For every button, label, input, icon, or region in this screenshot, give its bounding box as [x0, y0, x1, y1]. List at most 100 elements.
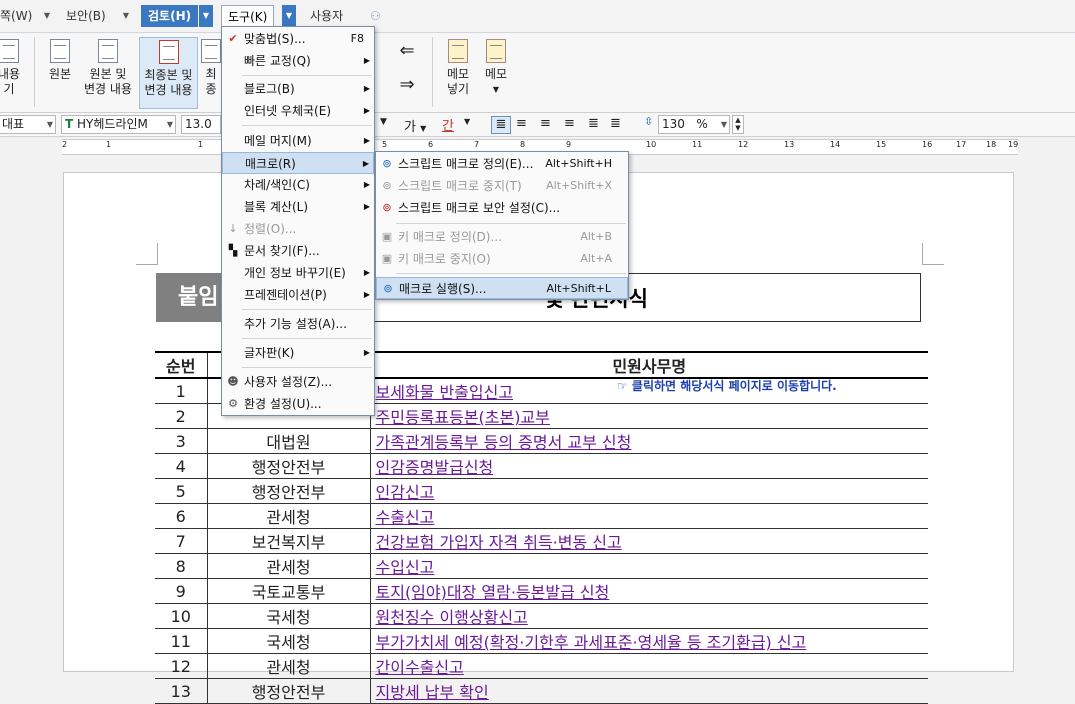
highlight-button[interactable]: 간: [442, 115, 454, 134]
tab-tools[interactable]: 도구(K): [221, 5, 275, 27]
form-link[interactable]: 수입신고: [370, 553, 928, 579]
chevron-down-icon[interactable]: ▼: [282, 5, 296, 27]
align-right-icon[interactable]: ≡: [564, 116, 575, 131]
form-link[interactable]: 간이수출신고: [370, 653, 928, 679]
chevron-right-icon: ▶: [363, 180, 370, 189]
form-link[interactable]: 토지(임야)대장 열람·등본발급 신청: [370, 578, 928, 604]
table-row: 8 관세청 수입신고: [155, 553, 928, 579]
menu-item-presentation[interactable]: 프레젠테이션(P) ▶: [222, 284, 374, 306]
font-select[interactable]: T HY헤드라인M ▼: [61, 115, 176, 134]
chevron-right-icon: ▶: [363, 348, 370, 357]
memo-icon: [448, 39, 468, 63]
final-changes-button[interactable]: 최종본 및 변경 내용: [139, 37, 198, 109]
menu-item-internet-post[interactable]: 인터넷 우체국(E) ▶: [222, 100, 374, 122]
table-row: 12 관세청 간이수출신고: [155, 653, 928, 679]
table-row: 6 관세청 수출신고: [155, 503, 928, 529]
chevron-down-icon[interactable]: ▼: [380, 117, 387, 127]
menu-item-user-settings[interactable]: ☻ 사용자 설정(Z)...: [222, 371, 374, 393]
memo-button[interactable]: 메모 ▼: [478, 37, 514, 97]
hint-text: ☞ 클릭하면 해당서식 페이지로 이동합니다.: [617, 379, 837, 393]
original-changes-button[interactable]: 원본 및 변경 내용: [80, 37, 136, 97]
menu-item-script-macro-security[interactable]: ⊚ 스크립트 매크로 보안 설정(C)...: [376, 197, 628, 219]
form-link[interactable]: 인감증명발급신청: [370, 453, 928, 479]
menu-item-key-macro-stop[interactable]: ▣ 키 매크로 중지(O) Alt+A: [376, 248, 628, 270]
chevron-down-icon[interactable]: ▼: [199, 5, 213, 27]
menu-item-toc-index[interactable]: 차례/색인(C) ▶: [222, 174, 374, 196]
distribute-icon[interactable]: ≣: [588, 116, 599, 131]
chevron-down-icon[interactable]: ▼: [119, 5, 133, 27]
table-row: 7 보건복지부 건강보험 가입자 자격 취득·변동 신고: [155, 528, 928, 554]
document-icon: [50, 39, 70, 63]
final-button[interactable]: 최종: [200, 37, 222, 97]
original-button[interactable]: 원본: [42, 37, 78, 82]
line-spacing-input[interactable]: 130 % ▼: [658, 115, 730, 134]
menu-item-block-calc[interactable]: 블록 계산(L) ▶: [222, 196, 374, 218]
menu-item-find-document[interactable]: ▚ 문서 찾기(F)...: [222, 240, 374, 262]
memo-icon: [486, 39, 506, 63]
align-justify-icon[interactable]: ≣: [491, 116, 511, 134]
tab-security[interactable]: 보안(B): [62, 5, 110, 27]
sort-icon: ↓: [228, 222, 238, 235]
lock-icon: ⊚: [382, 201, 392, 214]
menu-item-sort[interactable]: ↓ 정렬(O)...: [222, 218, 374, 240]
table-row: 10 국세청 원천징수 이행상황신고: [155, 603, 928, 629]
chevron-down-icon[interactable]: ▼: [464, 117, 470, 126]
prev-change-button[interactable]: ⇐: [394, 37, 420, 60]
arrow-right-icon: ⇒: [399, 74, 415, 95]
insert-memo-button[interactable]: 메모 넣기: [440, 37, 476, 97]
form-link[interactable]: 원천징수 이행상황신고: [370, 603, 928, 629]
menu-item-keyboard[interactable]: 글자판(K) ▶: [222, 342, 374, 364]
binoculars-icon: ▚: [228, 244, 238, 257]
font-color-button[interactable]: 가 ▼: [404, 116, 426, 135]
menu-item-preferences[interactable]: ⚙ 환경 설정(U)...: [222, 393, 374, 415]
menu-item-quick-correct[interactable]: 빠른 교정(Q) ▶: [222, 50, 374, 72]
chevron-right-icon: ▶: [363, 290, 370, 299]
menubar: 쪽(W) ▼ 보안(B) ▼ 검토(H) ▼ 도구(K) ▼ 사용자 ⚇: [0, 0, 1075, 33]
align-center-icon[interactable]: ≡: [540, 116, 551, 131]
user-icon: ☻: [227, 375, 239, 388]
menu-item-run-macro[interactable]: ⊚ 매크로 실행(S)... Alt+Shift+L: [376, 277, 628, 299]
tab-review[interactable]: 검토(H): [141, 5, 199, 27]
table-row: 13 행정안전부 지방세 납부 확인: [155, 678, 928, 704]
align-left-icon[interactable]: ≡: [516, 116, 527, 131]
menu-item-script-macro-stop[interactable]: ⊚ 스크립트 매크로 중지(T) Alt+Shift+X: [376, 175, 628, 197]
table-row: 9 국토교통부 토지(임야)대장 열람·등본발급 신청: [155, 578, 928, 604]
chevron-down-icon[interactable]: ▼: [40, 5, 54, 27]
users-icon[interactable]: ⚇: [366, 5, 385, 27]
form-link[interactable]: 수출신고: [370, 503, 928, 529]
macro-submenu: ⊚ 스크립트 매크로 정의(E)... Alt+Shift+H ⊚ 스크립트 매크로 …: [375, 151, 629, 300]
form-link[interactable]: 주민등록표등본(초본)교부: [370, 403, 928, 429]
font-size-input[interactable]: 13.0: [181, 115, 221, 134]
tab-page[interactable]: 쪽(W): [0, 5, 36, 27]
menu-item-spellcheck[interactable]: ✔ 맞춤법(S)... F8: [222, 28, 374, 50]
chevron-down-icon: ▼: [492, 85, 500, 94]
chevron-right-icon: ▶: [363, 56, 370, 65]
divide-icon[interactable]: ≣: [610, 116, 621, 131]
chevron-right-icon: ▶: [363, 268, 370, 277]
menu-item-addon-settings[interactable]: 추가 기능 설정(A)...: [222, 313, 374, 335]
show-changes-button[interactable]: 내용 기: [0, 37, 26, 97]
form-link[interactable]: 건강보험 가입자 자격 취득·변동 신고: [370, 528, 928, 554]
next-change-button[interactable]: ⇒: [394, 74, 420, 95]
line-spacing-icon: ⇳: [644, 115, 654, 128]
play-macro-icon: ⊚: [383, 282, 393, 295]
menu-item-blog[interactable]: 블로그(B) ▶: [222, 78, 374, 100]
menu-item-change-personal-info[interactable]: 개인 정보 바꾸기(E) ▶: [222, 262, 374, 284]
chevron-right-icon: ▶: [363, 202, 370, 211]
tab-user[interactable]: 사용자: [306, 5, 347, 27]
ribbon: 내용 기 원본 원본 및 변경 내용 최종본 및 변경 내용 최종 ⇐ ⇒ 메모…: [0, 33, 1075, 113]
chevron-right-icon: ▶: [363, 84, 370, 93]
format-toolbar: 대표 ▼ T HY헤드라인M ▼ 13.0 ▼ 가 ▼ 간 ▼ ≣ ≡ ≡ ≡ ≣ …: [0, 113, 1075, 137]
menu-item-key-macro-define[interactable]: ▣ 키 매크로 정의(D)... Alt+B: [376, 226, 628, 248]
menu-item-mail-merge[interactable]: 메일 머지(M) ▶: [222, 130, 374, 152]
menu-item-macro[interactable]: 매크로(R) ▶: [222, 152, 374, 174]
form-link[interactable]: 가족관계등록부 등의 증명서 교부 신청: [370, 428, 928, 454]
form-link[interactable]: 인감신고: [370, 478, 928, 504]
form-link[interactable]: 부가가치세 예정(확정·기한후 과세표준·영세율 등 조기환급) 신고: [370, 628, 928, 654]
chevron-right-icon: ▶: [363, 136, 370, 145]
menu-item-script-macro-define[interactable]: ⊚ 스크립트 매크로 정의(E)... Alt+Shift+H: [376, 153, 628, 175]
form-link[interactable]: 지방세 납부 확인: [370, 678, 928, 704]
document-icon: [98, 39, 118, 63]
style-select[interactable]: 대표 ▼: [0, 115, 56, 134]
spinner-icon[interactable]: ▲ ▼: [732, 115, 744, 134]
